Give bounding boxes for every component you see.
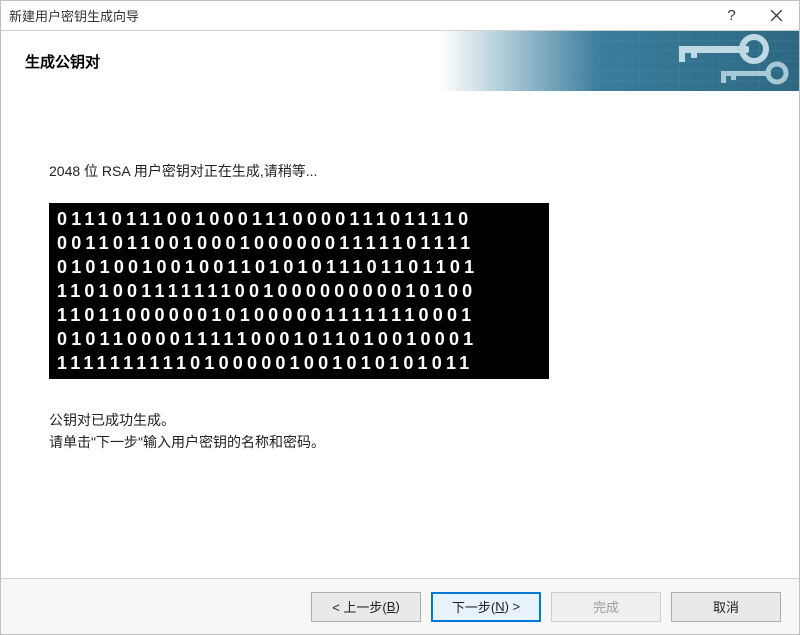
close-button[interactable]: [754, 1, 799, 31]
status-text: 2048 位 RSA 用户密钥对正在生成,请稍等...: [49, 161, 751, 181]
binary-row: 011101110010001110000111011110: [57, 209, 472, 229]
finish-label: 完成: [593, 597, 619, 616]
cancel-button[interactable]: 取消: [671, 592, 781, 622]
cancel-label: 取消: [713, 597, 739, 616]
back-prefix: < 上一步(: [332, 597, 387, 616]
success-line-2: 请单击"下一步"输入用户密钥的名称和密码。: [49, 431, 751, 453]
wizard-window: 新建用户密钥生成向导 ? 生成公钥对: [0, 0, 800, 635]
banner-title: 生成公钥对: [25, 51, 100, 72]
key-art-icon: [559, 31, 799, 91]
banner: 生成公钥对: [1, 31, 799, 91]
finish-button: 完成: [551, 592, 661, 622]
success-text: 公钥对已成功生成。 请单击"下一步"输入用户密钥的名称和密码。: [49, 409, 751, 453]
binary-row: 110110000001010000011111110001: [57, 305, 475, 325]
binary-row: 010110000111110001011010010001: [57, 329, 477, 349]
binary-row: 010100100100110101011101101101: [57, 257, 478, 277]
back-button[interactable]: < 上一步(B): [311, 592, 421, 622]
binary-row: 110100111111100100000000010100: [57, 281, 476, 301]
help-button[interactable]: ?: [709, 1, 754, 31]
back-suffix: ): [395, 599, 399, 614]
back-hotkey: B: [387, 599, 396, 614]
success-line-1: 公钥对已成功生成。: [49, 409, 751, 431]
button-bar: < 上一步(B) 下一步(N) > 完成 取消: [1, 578, 799, 634]
next-prefix: 下一步(: [452, 597, 495, 616]
next-hotkey: N: [495, 599, 504, 614]
titlebar: 新建用户密钥生成向导 ?: [1, 1, 799, 31]
binary-row: 001101100100010000001111101111: [57, 233, 474, 253]
next-suffix: ) >: [505, 599, 521, 614]
next-button[interactable]: 下一步(N) >: [431, 592, 541, 622]
help-icon: ?: [727, 7, 735, 24]
content-area: 2048 位 RSA 用户密钥对正在生成,请稍等... 011101110010…: [1, 91, 799, 578]
close-icon: [771, 8, 782, 24]
binary-row: 111111111101000001001010101011: [57, 353, 473, 373]
window-title: 新建用户密钥生成向导: [9, 6, 709, 25]
binary-display: 011101110010001110000111011110 001101100…: [49, 203, 549, 379]
